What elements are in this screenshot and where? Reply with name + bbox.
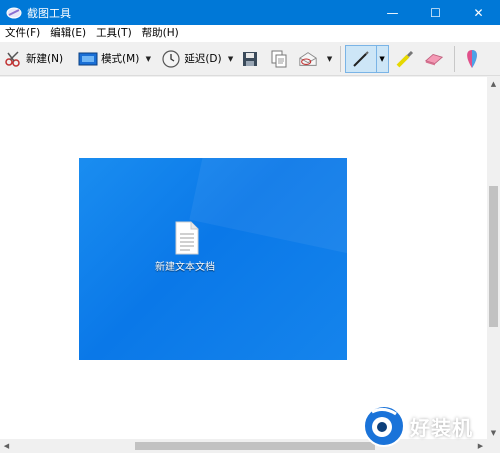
watermark-text: 好装机 — [410, 415, 473, 440]
new-snip-label: 新建(N) — [26, 53, 64, 65]
delay-button[interactable]: 延迟(D) — [158, 46, 224, 72]
text-document-icon — [175, 221, 199, 255]
menu-file[interactable]: 文件(F) — [0, 25, 45, 42]
scroll-left-arrow[interactable]: ◀ — [0, 439, 13, 453]
paint3d-icon — [462, 49, 482, 69]
vertical-scroll-thumb[interactable] — [489, 186, 498, 327]
watermark-logo-icon — [363, 405, 405, 447]
copy-button[interactable] — [266, 46, 295, 72]
title-bar: 截图工具 — ☐ ✕ — [0, 0, 500, 25]
paint3d-button[interactable] — [459, 46, 488, 72]
captured-image: 新建文本文档 — [79, 158, 347, 360]
snipping-tool-app-icon — [5, 4, 23, 22]
window-title: 截图工具 — [27, 6, 71, 20]
delay-dropdown-arrow[interactable]: ▼ — [225, 46, 237, 72]
scroll-up-arrow[interactable]: ▲ — [487, 77, 500, 90]
envelope-icon — [298, 49, 318, 69]
new-snip-button[interactable]: 新建(N) — [0, 46, 66, 72]
menu-bar: 文件(F) 编辑(E) 工具(T) 帮助(H) — [0, 25, 500, 42]
eraser-icon — [424, 49, 444, 69]
send-dropdown-arrow[interactable]: ▼ — [324, 46, 336, 72]
toolbar: 新建(N) 模式(M) ▼ 延迟(D) ▼ ▼ ▼ — [0, 42, 500, 76]
highlighter-button[interactable] — [392, 46, 421, 72]
save-button[interactable] — [237, 46, 266, 72]
menu-tools[interactable]: 工具(T) — [91, 25, 137, 42]
mode-button[interactable]: 模式(M) — [75, 46, 142, 72]
mode-label: 模式(M) — [101, 53, 140, 65]
mode-dropdown-arrow[interactable]: ▼ — [142, 46, 154, 72]
copy-icon — [269, 49, 289, 69]
vertical-scrollbar[interactable]: ▲ ▼ — [487, 77, 500, 439]
toolbar-separator — [453, 45, 455, 72]
save-icon — [240, 49, 260, 69]
minimize-button[interactable]: — — [371, 0, 414, 25]
pen-dropdown-arrow[interactable]: ▼ — [375, 45, 388, 72]
scissors-icon — [3, 49, 23, 69]
toolbar-separator — [70, 46, 71, 72]
maximize-button[interactable]: ☐ — [414, 0, 457, 25]
pen-icon — [352, 50, 369, 67]
close-button[interactable]: ✕ — [457, 0, 500, 25]
clock-icon — [161, 49, 181, 69]
desktop-light-effect — [189, 158, 347, 274]
delay-label: 延迟(D) — [184, 53, 222, 65]
highlighter-icon — [395, 49, 415, 69]
toolbar-separator — [339, 45, 341, 72]
snip-canvas[interactable]: 新建文本文档 — [0, 77, 487, 439]
rectangle-snip-icon — [78, 49, 98, 69]
pen-tool-group: ▼ — [344, 44, 389, 73]
menu-edit[interactable]: 编辑(E) — [45, 25, 91, 42]
horizontal-scroll-thumb[interactable] — [135, 442, 375, 450]
eraser-button[interactable] — [421, 46, 450, 72]
pen-button[interactable] — [346, 46, 376, 72]
send-snip-button[interactable] — [295, 46, 324, 72]
watermark: 好装机 — [362, 403, 496, 449]
menu-help[interactable]: 帮助(H) — [137, 25, 184, 42]
desktop-file-label: 新建文本文档 — [155, 262, 215, 273]
